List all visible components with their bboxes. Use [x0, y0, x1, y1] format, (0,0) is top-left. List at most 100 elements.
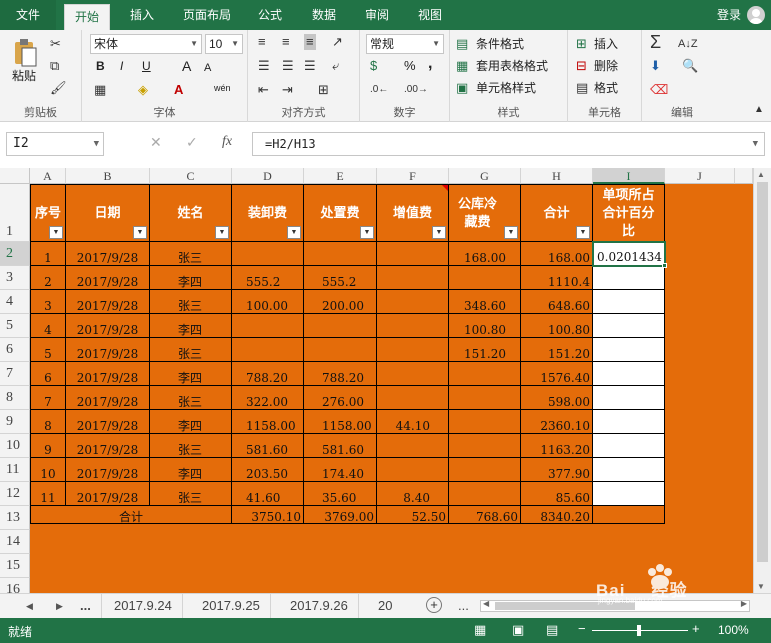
table-cell[interactable]: 张三 [150, 338, 232, 362]
prev-sheet-icon[interactable]: ◀ [26, 598, 33, 614]
total-percentage-cell[interactable] [593, 506, 665, 524]
table-cell[interactable]: 555.2 [232, 266, 304, 290]
fill-color-icon[interactable]: ◈ [138, 82, 148, 98]
shrink-font-button[interactable]: A [204, 60, 211, 76]
merge-center-icon[interactable]: ⊞ [318, 82, 329, 98]
fill-icon[interactable]: ⬇ [650, 58, 661, 74]
confirm-formula-icon[interactable]: ✓ [186, 134, 198, 151]
scroll-right-icon[interactable]: ▶ [741, 599, 747, 608]
tab-file[interactable]: 文件 [0, 0, 56, 30]
select-all-corner[interactable] [0, 168, 30, 184]
header-loading-fee[interactable]: 装卸费 ▼ [232, 184, 304, 242]
number-format-select[interactable]: 常规 ▼ [366, 34, 444, 54]
collapse-ribbon-icon[interactable]: ▲ [754, 102, 764, 118]
column-header-b[interactable]: B [66, 168, 150, 184]
table-cell[interactable]: 41.60 [232, 482, 304, 506]
table-cell[interactable]: 2017/9/28 [66, 410, 150, 434]
table-cell[interactable] [377, 266, 449, 290]
total-cold-storage-fee[interactable]: 768.60 [449, 506, 521, 524]
filter-dropdown-icon[interactable]: ▼ [504, 226, 518, 239]
delete-cells-button[interactable]: 删除 [594, 58, 618, 74]
grow-font-button[interactable]: A [182, 58, 191, 74]
column-header-g[interactable]: G [449, 168, 521, 184]
table-cell[interactable] [593, 458, 665, 482]
table-cell[interactable]: 5 [30, 338, 66, 362]
table-cell[interactable] [593, 290, 665, 314]
row-header-1[interactable]: 1 [0, 184, 30, 242]
row-header-3[interactable]: 3 [0, 266, 30, 290]
table-cell[interactable]: 151.20 [449, 338, 521, 362]
table-cell[interactable]: 2017/9/28 [66, 290, 150, 314]
total-value-added-fee[interactable]: 52.50 [377, 506, 449, 524]
table-cell[interactable]: 1 [30, 242, 66, 266]
find-select-icon[interactable]: 🔍 [682, 58, 698, 74]
table-cell[interactable]: 2017/9/28 [66, 338, 150, 362]
filter-dropdown-icon[interactable]: ▼ [215, 226, 229, 239]
table-cell[interactable]: 100.00 [232, 290, 304, 314]
font-color-icon[interactable]: A [174, 82, 183, 98]
align-right-icon[interactable]: ☰ [304, 58, 316, 74]
bold-button[interactable]: B [96, 58, 105, 74]
worksheet-grid[interactable]: ▲ ▼ ABCDEFGHIJ1234567891011121314151617序… [0, 168, 771, 593]
table-cell[interactable]: 203.50 [232, 458, 304, 482]
table-cell[interactable] [593, 338, 665, 362]
table-cell[interactable]: 1576.40 [521, 362, 593, 386]
sheet-tab-overflow[interactable]: ... [70, 594, 102, 618]
table-cell[interactable]: 151.20 [521, 338, 593, 362]
sheet-tab-20[interactable]: 20 [368, 594, 402, 618]
table-cell[interactable] [232, 338, 304, 362]
table-cell[interactable] [377, 458, 449, 482]
table-cell[interactable]: 张三 [150, 242, 232, 266]
table-cell[interactable]: 2 [30, 266, 66, 290]
table-cell[interactable] [377, 362, 449, 386]
header-percentage[interactable]: 单项所占合计百分比 [593, 184, 665, 242]
table-cell[interactable]: 581.60 [304, 434, 377, 458]
filter-dropdown-icon[interactable]: ▼ [287, 226, 301, 239]
table-cell[interactable]: 788.20 [232, 362, 304, 386]
header-cold-storage-fee[interactable]: 公库冷藏费 ▼ [449, 184, 521, 242]
table-cell[interactable]: 788.20 [304, 362, 377, 386]
column-header-a[interactable]: A [30, 168, 66, 184]
page-layout-view-icon[interactable]: ▣ [512, 622, 524, 638]
table-cell[interactable]: 648.60 [521, 290, 593, 314]
table-cell[interactable]: 2017/9/28 [66, 434, 150, 458]
table-cell[interactable]: 张三 [150, 290, 232, 314]
column-header-i[interactable]: I [593, 168, 665, 184]
format-cells-button[interactable]: 格式 [594, 80, 618, 96]
column-header-h[interactable]: H [521, 168, 593, 184]
login-link[interactable]: 登录 [717, 0, 741, 30]
table-cell[interactable]: 3 [30, 290, 66, 314]
zoom-level[interactable]: 100% [718, 623, 749, 637]
fill-handle[interactable] [662, 263, 667, 268]
row-header-12[interactable]: 12 [0, 482, 30, 506]
table-cell[interactable]: 张三 [150, 386, 232, 410]
table-cell[interactable] [449, 410, 521, 434]
sheet-tab-2017-9-26[interactable]: 2017.9.26 [280, 594, 359, 618]
table-cell[interactable]: 35.60 [304, 482, 377, 506]
table-cell[interactable]: 348.60 [449, 290, 521, 314]
cell-style-button[interactable]: 单元格样式 [476, 80, 536, 96]
font-name-select[interactable]: 宋体 ▼ [90, 34, 202, 54]
table-cell[interactable]: 张三 [150, 434, 232, 458]
column-header-c[interactable]: C [150, 168, 232, 184]
table-cell[interactable]: 555.2 [304, 266, 377, 290]
table-cell[interactable] [377, 434, 449, 458]
table-cell[interactable]: 1163.20 [521, 434, 593, 458]
tab-page-layout[interactable]: 页面布局 [173, 0, 241, 30]
total-disposal-fee[interactable]: 3769.00 [304, 506, 377, 524]
sheet-tab-2017-9-25[interactable]: 2017.9.25 [192, 594, 271, 618]
table-cell[interactable] [593, 386, 665, 410]
table-cell[interactable] [449, 458, 521, 482]
table-cell[interactable]: 2017/9/28 [66, 386, 150, 410]
filter-dropdown-icon[interactable]: ▼ [432, 226, 446, 239]
scroll-thumb[interactable] [757, 182, 768, 562]
row-header-7[interactable]: 7 [0, 362, 30, 386]
table-cell[interactable]: 11 [30, 482, 66, 506]
table-cell[interactable] [449, 386, 521, 410]
table-cell[interactable] [593, 362, 665, 386]
table-cell[interactable] [449, 434, 521, 458]
column-header-e[interactable]: E [304, 168, 377, 184]
table-cell[interactable] [304, 314, 377, 338]
table-cell[interactable]: 李四 [150, 410, 232, 434]
underline-button[interactable]: U [142, 58, 151, 74]
